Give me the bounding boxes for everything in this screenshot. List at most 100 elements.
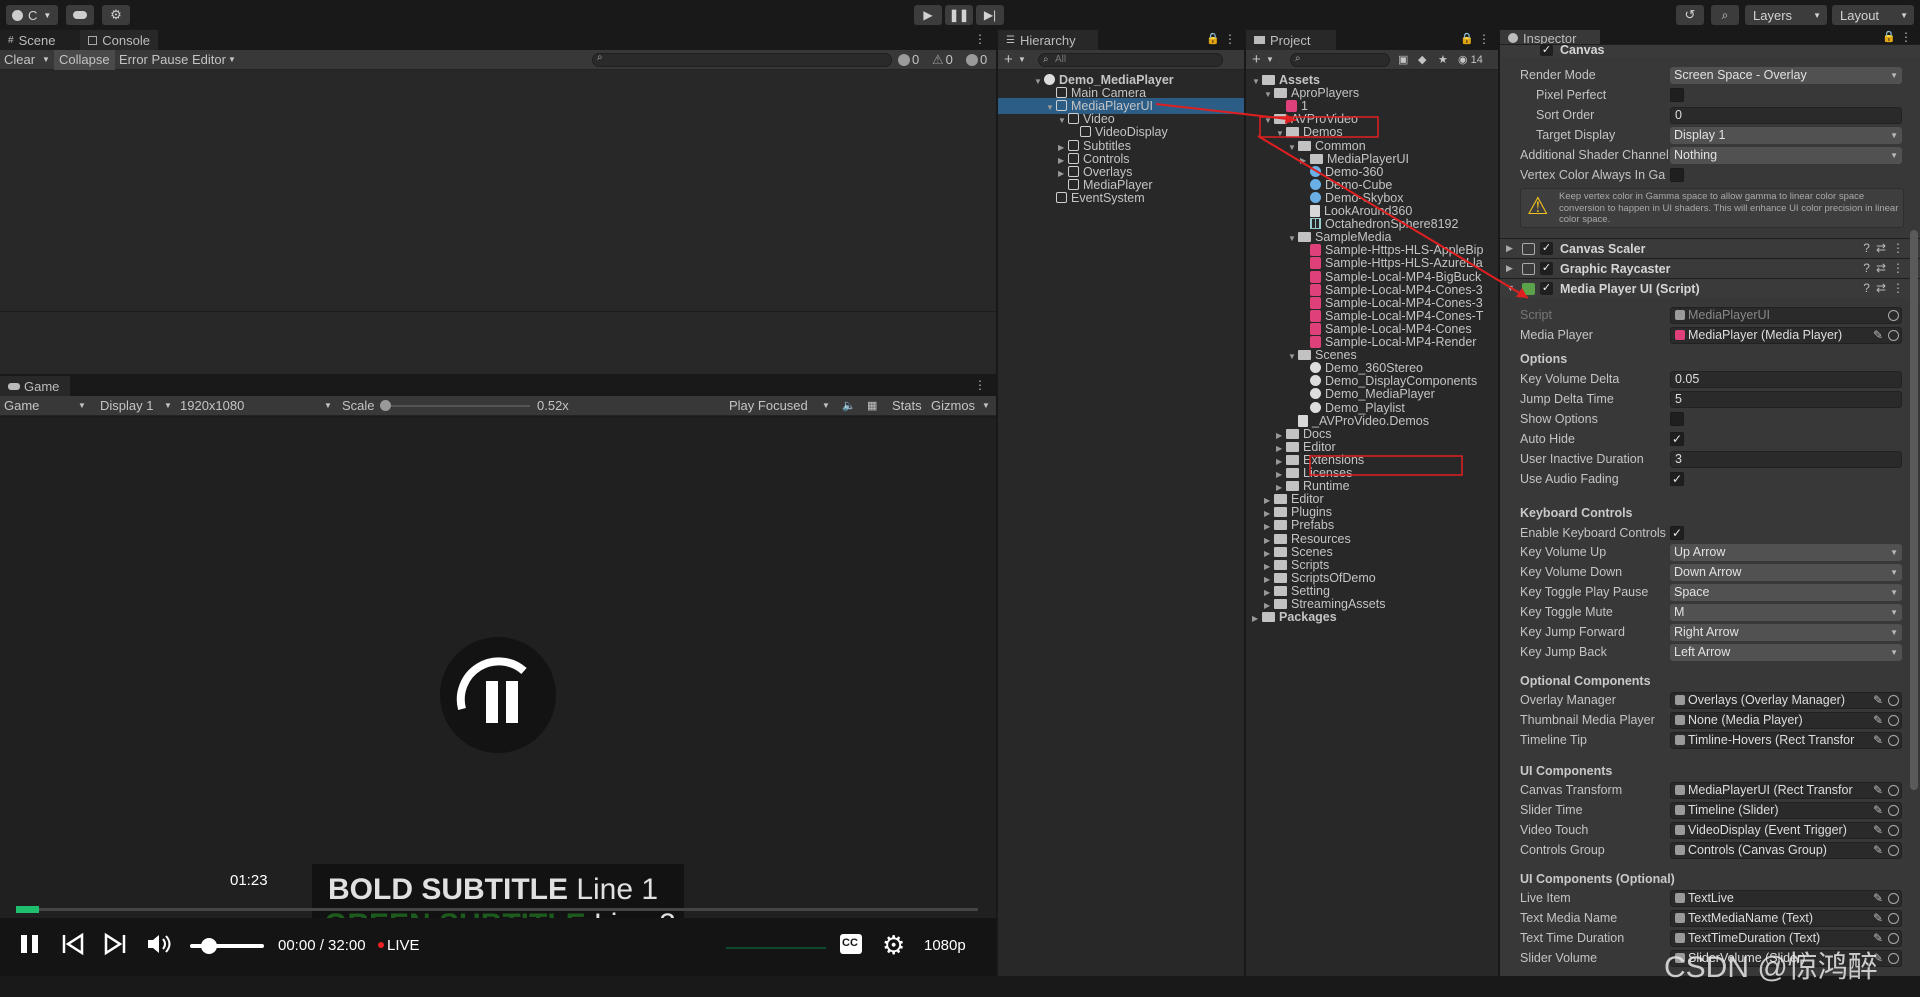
tab-scene[interactable]: # Scene — [0, 30, 80, 50]
more-icon[interactable]: ⋮ — [974, 378, 986, 392]
target-icon[interactable] — [1888, 785, 1899, 796]
keyboard-icon[interactable]: ▦ — [867, 396, 877, 416]
render-mode-dropdown[interactable]: Screen Space - Overlay — [1670, 67, 1902, 84]
play-focused-dropdown[interactable]: Play Focused — [729, 396, 808, 416]
tree-item[interactable]: ▶ Packages — [1246, 609, 1498, 625]
info-count-toggle[interactable]: 0 — [898, 50, 919, 70]
edit-icon[interactable]: ✎ — [1873, 713, 1883, 728]
target-icon[interactable] — [1888, 825, 1899, 836]
step-button[interactable]: ▶| — [976, 5, 1004, 25]
clear-button[interactable]: Clear — [4, 50, 35, 70]
target-icon[interactable] — [1888, 893, 1899, 904]
object-field[interactable]: Overlays (Overlay Manager) ✎ — [1670, 692, 1902, 709]
canvas-enabled-checkbox[interactable]: ✓ — [1540, 45, 1553, 56]
vertex-color-checkbox[interactable] — [1670, 168, 1684, 182]
clear-options-icon[interactable]: ▼ — [42, 50, 50, 70]
project-search-input[interactable]: ⌕ — [1290, 53, 1390, 67]
editor-dropdown[interactable]: Editor — [192, 50, 226, 70]
more-icon[interactable]: ⋮ — [1224, 32, 1236, 46]
target-icon[interactable] — [1888, 913, 1899, 924]
settings-button[interactable]: ⚙ — [882, 930, 905, 961]
key-dropdown[interactable]: Up Arrow — [1670, 544, 1902, 561]
lock-icon[interactable]: 🔒 — [1882, 30, 1896, 43]
add-button[interactable]: + — [1004, 50, 1013, 70]
timeline-slider[interactable] — [16, 906, 978, 913]
edit-icon[interactable]: ✎ — [1873, 803, 1883, 818]
tab-project[interactable]: Project — [1246, 30, 1336, 50]
canvas-scaler-enabled-checkbox[interactable]: ✓ — [1540, 242, 1553, 255]
gizmos-button[interactable]: Gizmos — [931, 396, 975, 416]
layers-dropdown[interactable]: Layers ▼ — [1745, 5, 1827, 25]
account-dropdown[interactable]: C ▼ — [6, 5, 58, 25]
collapse-button[interactable]: Collapse — [54, 50, 115, 70]
search-button[interactable]: ⌕ — [1711, 5, 1739, 25]
target-icon[interactable] — [1888, 735, 1899, 746]
error-pause-button[interactable]: Error Pause — [119, 50, 188, 70]
sort-order-field[interactable]: 0 — [1670, 107, 1902, 124]
volume-slider[interactable] — [190, 938, 264, 954]
display-dropdown[interactable]: Display 1 — [100, 396, 153, 416]
jump-forward-button[interactable] — [104, 932, 126, 959]
edit-icon[interactable]: ✎ — [1873, 693, 1883, 708]
component-menu-icons[interactable]: ?⇄⋮ — [1863, 241, 1910, 255]
target-icon[interactable] — [1888, 933, 1899, 944]
target-icon[interactable] — [1888, 845, 1899, 856]
add-button[interactable]: + — [1252, 50, 1261, 70]
game-mode-dropdown[interactable]: Game — [4, 396, 39, 416]
object-field[interactable]: Timeline (Slider) ✎ — [1670, 802, 1902, 819]
key-dropdown[interactable]: Left Arrow — [1670, 644, 1902, 661]
graphic-raycaster-header[interactable]: ▶ ✓ Graphic Raycaster ?⇄⋮ — [1500, 258, 1920, 278]
edit-icon[interactable]: ✎ — [1873, 823, 1883, 838]
stats-button[interactable]: Stats — [892, 396, 922, 416]
more-icon[interactable]: ⋮ — [974, 32, 986, 46]
quality-label[interactable]: 1080p — [924, 937, 966, 954]
lock-icon[interactable]: 🔒 — [1460, 32, 1474, 45]
key-volume-delta-field[interactable]: 0.05 — [1670, 371, 1902, 388]
console-search-input[interactable]: ⌕ — [592, 52, 892, 67]
object-field[interactable]: None (Media Player) ✎ — [1670, 712, 1902, 729]
inspector-scrollbar[interactable] — [1910, 230, 1918, 790]
media-player-field[interactable]: MediaPlayer (Media Player) ✎ — [1670, 327, 1902, 344]
hierarchy-search-input[interactable]: ⌕ All — [1038, 53, 1223, 67]
show-options-checkbox[interactable] — [1670, 412, 1684, 426]
key-dropdown[interactable]: M — [1670, 604, 1902, 621]
lock-icon[interactable]: 🔒 — [1206, 32, 1220, 45]
jump-back-button[interactable] — [62, 932, 84, 959]
pause-button[interactable] — [18, 932, 42, 956]
component-menu-icons[interactable]: ?⇄⋮ — [1863, 281, 1910, 295]
mute-audio-icon[interactable]: 🔈 — [842, 396, 856, 416]
auto-hide-checkbox[interactable]: ✓ — [1670, 432, 1684, 446]
edit-icon[interactable]: ✎ — [1873, 783, 1883, 798]
jump-delta-field[interactable]: 5 — [1670, 391, 1902, 408]
more-icon[interactable]: ⋮ — [1478, 32, 1490, 46]
audio-fading-checkbox[interactable]: ✓ — [1670, 472, 1684, 486]
object-field[interactable]: MediaPlayerUI (Rect Transfor ✎ — [1670, 782, 1902, 799]
key-dropdown[interactable]: Down Arrow — [1670, 564, 1902, 581]
key-dropdown[interactable]: Right Arrow — [1670, 624, 1902, 641]
object-field[interactable]: TextLive ✎ — [1670, 890, 1902, 907]
pixel-perfect-checkbox[interactable] — [1670, 88, 1684, 102]
mute-button[interactable] — [146, 933, 172, 958]
favorite-icon[interactable]: ★ — [1438, 50, 1448, 70]
canvas-scaler-header[interactable]: ▶ ✓ Canvas Scaler ?⇄⋮ — [1500, 238, 1920, 258]
canvas-component-header[interactable]: ✓ Canvas — [1500, 43, 1920, 58]
object-field[interactable]: Timline-Hovers (Rect Transfor ✎ — [1670, 732, 1902, 749]
scale-slider-handle[interactable] — [380, 400, 391, 411]
key-dropdown[interactable]: Space — [1670, 584, 1902, 601]
shader-channel-dropdown[interactable]: Nothing — [1670, 147, 1902, 164]
tab-hierarchy[interactable]: ☰ Hierarchy — [998, 30, 1098, 50]
error-count-toggle[interactable]: 0 — [966, 50, 987, 70]
search-by-type-icon[interactable]: ▣ — [1398, 50, 1408, 70]
layout-dropdown[interactable]: Layout ▼ — [1832, 5, 1914, 25]
target-display-dropdown[interactable]: Display 1 — [1670, 127, 1902, 144]
cloud-button[interactable] — [66, 5, 94, 25]
edit-icon[interactable]: ✎ — [1873, 328, 1883, 343]
edit-icon[interactable]: ✎ — [1873, 911, 1883, 926]
history-button[interactable]: ↺ — [1676, 5, 1704, 25]
media-player-ui-enabled-checkbox[interactable]: ✓ — [1540, 282, 1553, 295]
play-button[interactable]: ▶ — [914, 5, 942, 25]
target-icon[interactable] — [1888, 715, 1899, 726]
edit-icon[interactable]: ✎ — [1873, 891, 1883, 906]
component-menu-icons[interactable]: ?⇄⋮ — [1863, 261, 1910, 275]
enable-keyboard-checkbox[interactable]: ✓ — [1670, 526, 1684, 540]
